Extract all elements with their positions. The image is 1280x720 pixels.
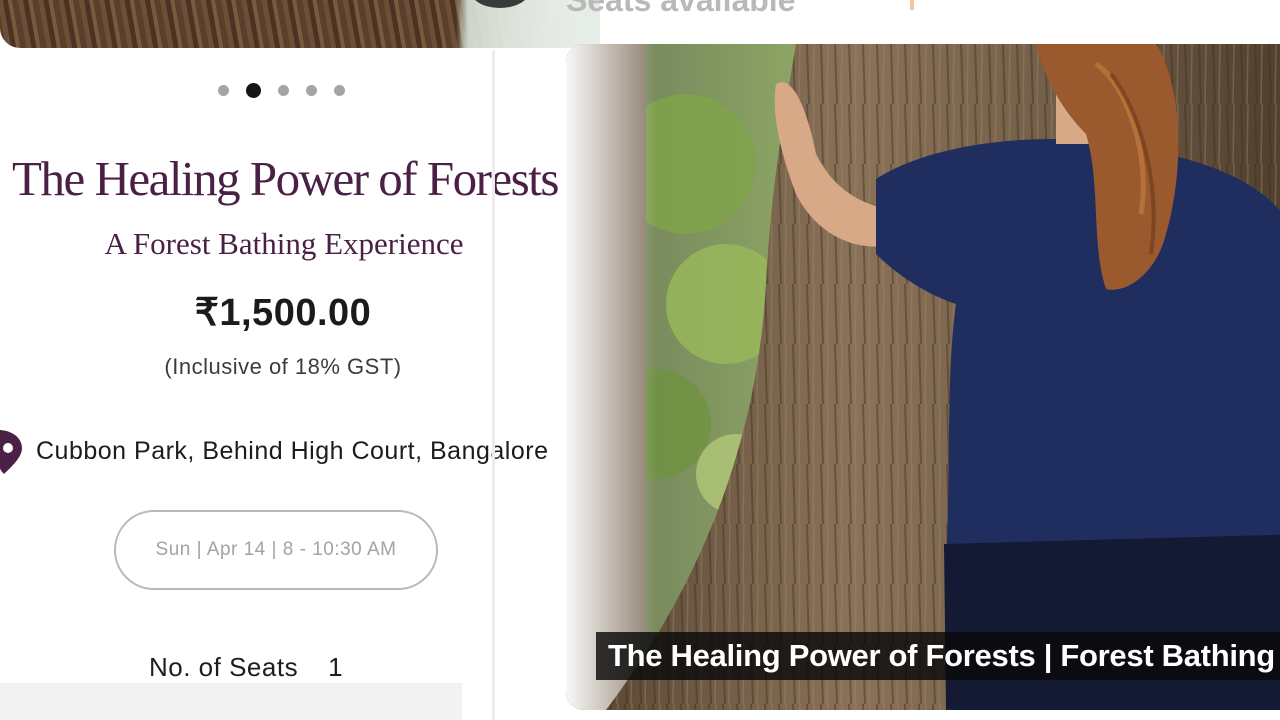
seats-value[interactable]: 1 <box>328 652 342 683</box>
event-location: Cubbon Park, Behind High Court, Bangalor… <box>0 428 548 474</box>
location-text: Cubbon Park, Behind High Court, Bangalor… <box>36 436 549 465</box>
carousel-dot[interactable] <box>278 85 289 96</box>
carousel-dot-active[interactable] <box>246 83 261 98</box>
video-caption: The Healing Power of Forests | Forest Ba… <box>596 632 1280 680</box>
forest-scene-image <box>566 44 1280 710</box>
tax-note: (Inclusive of 18% GST) <box>164 354 402 379</box>
seats-row: No. of Seats 1 <box>149 652 343 683</box>
banner-accent <box>910 0 914 10</box>
event-price: ₹1,500.00 <box>194 292 372 334</box>
carousel-dot[interactable] <box>334 85 345 96</box>
carousel-dots <box>218 83 345 98</box>
event-subtitle: A Forest Bathing Experience <box>104 226 464 261</box>
location-pin-icon <box>0 428 22 474</box>
video-thumbnail[interactable] <box>566 44 1280 710</box>
date-select-button[interactable]: Sun | Apr 14 | 8 - 10:30 AM <box>114 510 438 590</box>
bottom-action-bar[interactable] <box>0 683 462 720</box>
carousel-dot[interactable] <box>218 85 229 96</box>
carousel-dot[interactable] <box>306 85 317 96</box>
divider <box>492 50 495 720</box>
seats-label: No. of Seats <box>149 652 299 682</box>
event-title: The Healing Power of Forests <box>12 151 559 206</box>
seats-available-banner: Seats available <box>566 0 796 18</box>
